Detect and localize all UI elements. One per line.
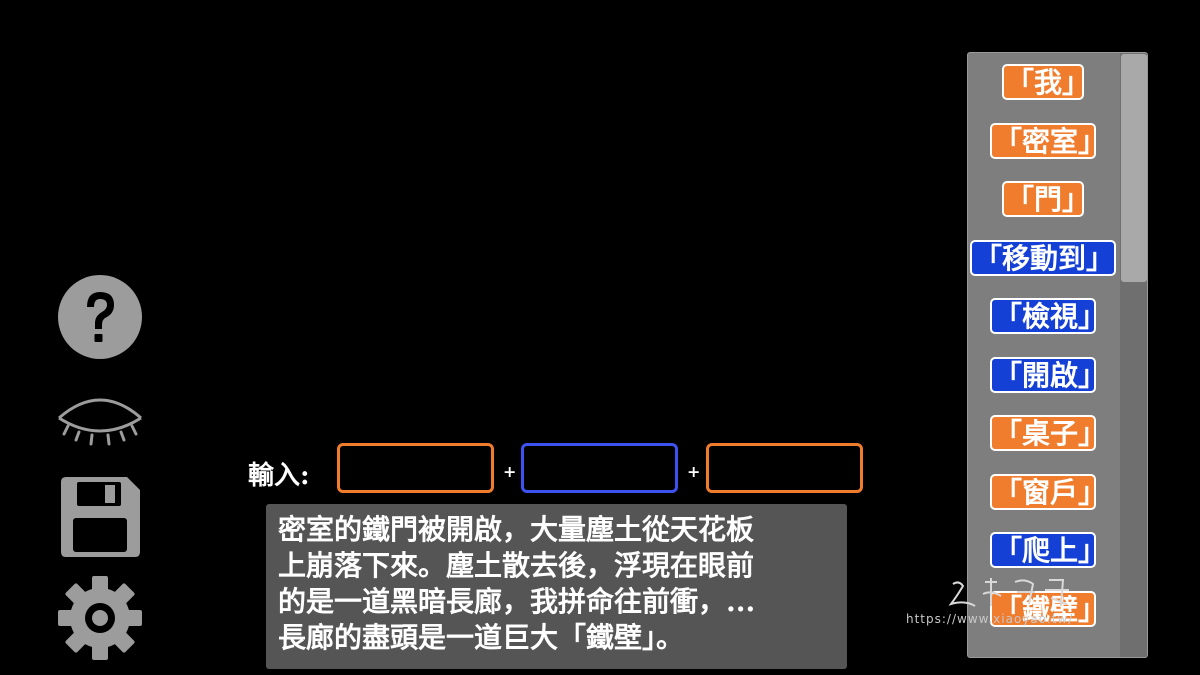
word-chip-noun[interactable]: 「密室」 [990,122,1106,159]
input-slot-subject[interactable] [337,443,494,493]
plus-sign: + [503,462,517,481]
help-icon [58,275,142,359]
watermark-logo [948,578,1069,607]
save-icon [61,477,140,557]
input-label: 輸入: [248,461,310,491]
save-button[interactable] [56,474,144,560]
eye-closed-icon [58,398,142,446]
word-chip-noun[interactable]: 「我」 [1002,64,1090,100]
scrollbar-thumb[interactable] [1121,54,1147,282]
word-chip-noun[interactable]: 「窗戶」 [990,473,1106,510]
watermark-url: https://www.xiaoyao.tw/ [906,612,1074,626]
plus-sign: + [687,462,701,481]
look-button[interactable] [56,388,144,448]
narration-box: 密室的鐵門被開啟，大量塵土從天花板 上崩落下來。塵土散去後，浮現在眼前 的是一道… [266,504,847,669]
help-button[interactable] [56,274,144,360]
settings-gear-icon [58,576,142,660]
settings-button[interactable] [56,574,144,662]
narration-text: 密室的鐵門被開啟，大量塵土從天花板 上崩落下來。塵土散去後，浮現在眼前 的是一道… [278,513,756,654]
input-slot-object[interactable] [706,443,863,493]
word-panel: 「我」 「密室」 「門」 「移動到」 「檢視」 「開啟」 「桌子」 「窗戶」 「爬上」 「鐵壁」 [967,52,1148,658]
input-slot-verb[interactable] [521,443,678,493]
word-chip-noun[interactable]: 「桌子」 [990,415,1106,451]
word-chip-verb[interactable]: 「移動到」 [970,239,1116,276]
word-chip-verb[interactable]: 「開啟」 [990,356,1106,393]
word-chip-verb[interactable]: 「檢視」 [990,298,1106,334]
word-chip-noun[interactable]: 「門」 [1002,181,1090,217]
word-chip-verb[interactable]: 「爬上」 [990,532,1106,568]
